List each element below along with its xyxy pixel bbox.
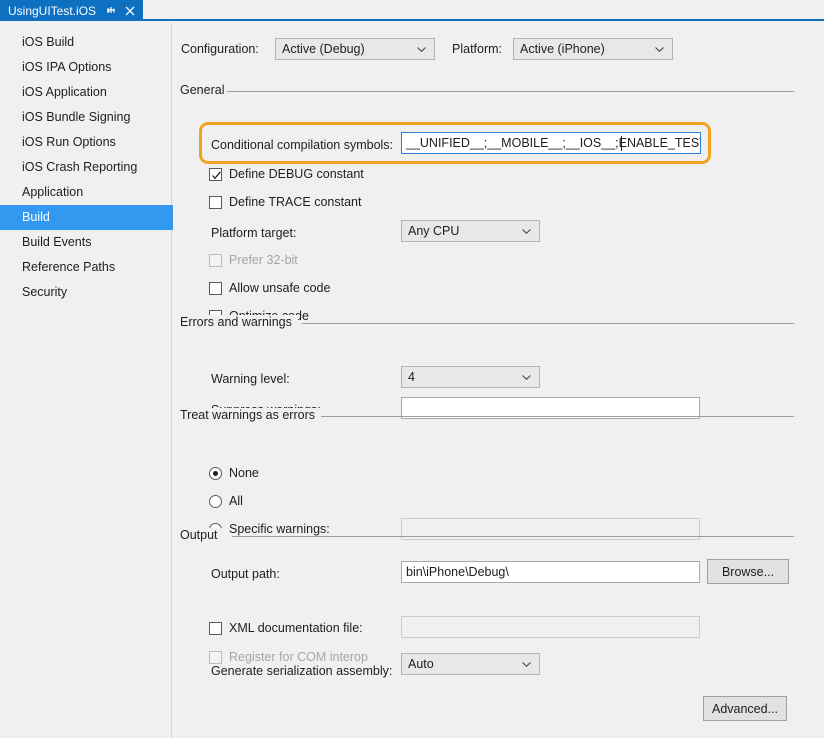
radio-dot bbox=[213, 470, 218, 476]
checkbox-box bbox=[209, 253, 222, 267]
checkbox-box bbox=[209, 650, 222, 664]
pin-icon[interactable] bbox=[105, 4, 118, 17]
xml-documentation-input[interactable] bbox=[401, 616, 700, 638]
sidebar-item-application[interactable]: Application bbox=[0, 180, 171, 205]
platform-target-label: Platform target: bbox=[211, 226, 297, 240]
tab-strip: UsingUITest.iOS bbox=[0, 0, 824, 21]
sidebar-item-build-events[interactable]: Build Events bbox=[0, 230, 171, 255]
output-path-value: bin\iPhone\Debug\ bbox=[406, 565, 509, 579]
treat-warnings-group-title: Treat warnings as errors bbox=[180, 408, 321, 422]
prefer-32bit-checkbox: Prefer 32-bit bbox=[209, 251, 298, 269]
group-divider bbox=[321, 416, 794, 417]
output-path-label: Output path: bbox=[211, 567, 280, 581]
checkbox-box bbox=[209, 167, 222, 181]
define-trace-checkbox[interactable]: Define TRACE constant bbox=[209, 193, 361, 211]
allow-unsafe-code-label: Allow unsafe code bbox=[229, 281, 331, 295]
serialization-assembly-dropdown[interactable]: Auto bbox=[401, 653, 540, 675]
sidebar-item-label: iOS IPA Options bbox=[22, 60, 112, 74]
platform-value: Active (iPhone) bbox=[520, 42, 605, 56]
checkbox-box bbox=[209, 195, 222, 209]
sidebar-item-label: iOS Run Options bbox=[22, 135, 116, 149]
treat-warnings-all-label: All bbox=[229, 494, 243, 508]
conditional-symbols-value: __UNIFIED__;__MOBILE__;__IOS__;ENABLE_TE… bbox=[406, 136, 700, 150]
group-divider bbox=[302, 323, 794, 324]
sidebar-item-label: iOS Crash Reporting bbox=[22, 160, 138, 174]
sidebar-item-security[interactable]: Security bbox=[0, 280, 171, 305]
platform-target-dropdown[interactable]: Any CPU bbox=[401, 220, 540, 242]
tab-title: UsingUITest.iOS bbox=[8, 3, 97, 18]
warning-level-dropdown[interactable]: 4 bbox=[401, 366, 540, 388]
chevron-down-icon bbox=[522, 662, 531, 667]
output-group-header: Output bbox=[180, 528, 794, 544]
sidebar-item-label: Reference Paths bbox=[22, 260, 116, 274]
sidebar-item-ios-crash-reporting[interactable]: iOS Crash Reporting bbox=[0, 155, 171, 180]
configuration-row: Configuration: Active (Debug) Platform: … bbox=[173, 38, 824, 62]
output-group-title: Output bbox=[180, 528, 224, 542]
treat-warnings-group-header: Treat warnings as errors bbox=[180, 408, 794, 424]
general-group-title: General bbox=[180, 83, 231, 97]
sidebar-item-label: Build bbox=[22, 210, 50, 224]
xml-documentation-label: XML documentation file: bbox=[229, 621, 363, 635]
xml-documentation-checkbox[interactable]: XML documentation file: bbox=[209, 619, 363, 637]
group-divider bbox=[227, 91, 794, 92]
configuration-label: Configuration: bbox=[181, 42, 259, 56]
radio-box bbox=[209, 466, 222, 480]
platform-label: Platform: bbox=[452, 42, 503, 56]
output-path-input[interactable]: bin\iPhone\Debug\ bbox=[401, 561, 700, 583]
build-settings-pane: Configuration: Active (Debug) Platform: … bbox=[173, 23, 824, 738]
group-divider bbox=[232, 536, 794, 537]
errors-warnings-group-title: Errors and warnings bbox=[180, 315, 298, 329]
sidebar-item-label: Build Events bbox=[22, 235, 92, 249]
sidebar-item-reference-paths[interactable]: Reference Paths bbox=[0, 255, 171, 280]
sidebar-item-label: iOS Bundle Signing bbox=[22, 110, 131, 124]
configuration-dropdown[interactable]: Active (Debug) bbox=[275, 38, 435, 60]
define-debug-checkbox[interactable]: Define DEBUG constant bbox=[209, 165, 364, 183]
allow-unsafe-code-checkbox[interactable]: Allow unsafe code bbox=[209, 279, 330, 297]
configuration-value: Active (Debug) bbox=[282, 42, 365, 56]
sidebar-item-ios-build[interactable]: iOS Build bbox=[0, 30, 171, 55]
define-trace-label: Define TRACE constant bbox=[229, 195, 362, 209]
browse-button-label: Browse... bbox=[721, 564, 775, 579]
conditional-symbols-label: Conditional compilation symbols: bbox=[211, 138, 394, 152]
prefer-32bit-label: Prefer 32-bit bbox=[229, 253, 298, 267]
advanced-button[interactable]: Advanced... bbox=[703, 696, 787, 721]
advanced-button-label: Advanced... bbox=[711, 701, 778, 716]
checkbox-box bbox=[209, 281, 222, 295]
radio-box bbox=[209, 494, 222, 508]
sidebar-item-ios-application[interactable]: iOS Application bbox=[0, 80, 171, 105]
chevron-down-icon bbox=[522, 229, 531, 234]
treat-warnings-none-radio[interactable]: None bbox=[209, 464, 259, 482]
sidebar-item-label: Security bbox=[22, 285, 68, 299]
warning-level-value: 4 bbox=[408, 370, 415, 384]
general-group-header: General bbox=[180, 83, 794, 99]
sidebar-item-build[interactable]: Build bbox=[0, 205, 194, 230]
browse-button[interactable]: Browse... bbox=[707, 559, 789, 584]
serialization-assembly-value: Auto bbox=[408, 657, 434, 671]
chevron-down-icon bbox=[522, 375, 531, 380]
sidebar-item-ios-ipa-options[interactable]: iOS IPA Options bbox=[0, 55, 171, 80]
define-debug-label: Define DEBUG constant bbox=[229, 167, 364, 181]
text-caret bbox=[621, 136, 622, 151]
platform-dropdown[interactable]: Active (iPhone) bbox=[513, 38, 673, 60]
chevron-down-icon bbox=[417, 47, 426, 52]
treat-warnings-none-label: None bbox=[229, 466, 259, 480]
sidebar-item-label: iOS Application bbox=[22, 85, 107, 99]
sidebar-item-ios-run-options[interactable]: iOS Run Options bbox=[0, 130, 171, 155]
warning-level-label: Warning level: bbox=[211, 372, 290, 386]
sidebar-item-label: Application bbox=[22, 185, 84, 199]
close-icon[interactable] bbox=[124, 5, 136, 17]
chevron-down-icon bbox=[655, 47, 664, 52]
conditional-symbols-input[interactable]: __UNIFIED__;__MOBILE__;__IOS__;ENABLE_TE… bbox=[401, 132, 701, 154]
platform-target-value: Any CPU bbox=[408, 224, 460, 238]
checkbox-box bbox=[209, 621, 222, 635]
sidebar: iOS Build iOS IPA Options iOS Applicatio… bbox=[0, 23, 194, 738]
sidebar-item-ios-bundle-signing[interactable]: iOS Bundle Signing bbox=[0, 105, 171, 130]
sidebar-item-label: iOS Build bbox=[22, 35, 75, 49]
register-com-interop-label: Register for COM interop bbox=[229, 650, 368, 664]
tab-usinguitest-ios[interactable]: UsingUITest.iOS bbox=[0, 0, 144, 21]
treat-warnings-all-radio[interactable]: All bbox=[209, 492, 243, 510]
errors-warnings-group-header: Errors and warnings bbox=[180, 315, 794, 331]
serialization-assembly-label: Generate serialization assembly: bbox=[211, 664, 393, 678]
